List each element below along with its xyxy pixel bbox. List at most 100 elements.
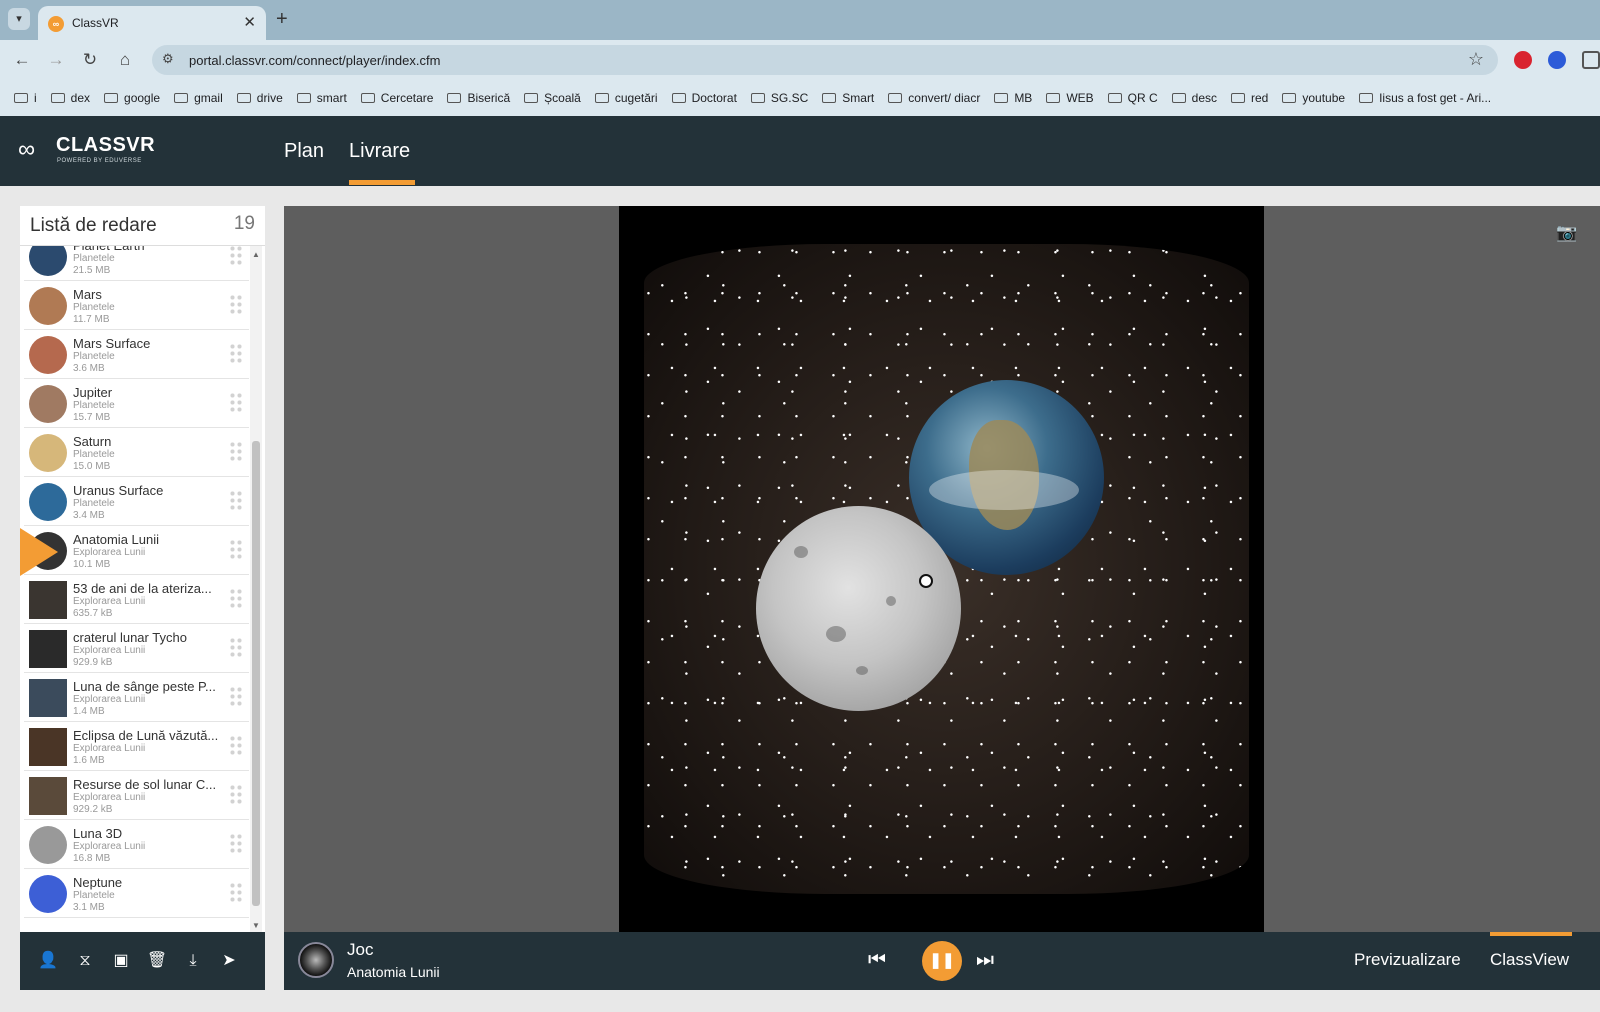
bookmark-item[interactable]: WEB — [1046, 80, 1094, 116]
browser-tab[interactable]: ∞ ClassVR ✕ — [38, 6, 266, 40]
folder-icon — [888, 93, 903, 103]
tab-livrare[interactable]: Livrare — [349, 140, 410, 163]
tab-plan[interactable]: Plan — [284, 140, 324, 163]
drag-handle-icon[interactable] — [229, 392, 243, 414]
playlist-item[interactable]: Resurse de sol lunar C... Explorarea Luni… — [24, 771, 249, 820]
moon-image[interactable] — [756, 506, 961, 711]
camera-icon[interactable]: 📷 — [1556, 224, 1578, 242]
bookmark-item[interactable]: i — [14, 80, 37, 116]
bookmark-item[interactable]: convert/ diacr — [888, 80, 980, 116]
bookmark-item[interactable]: youtube — [1282, 80, 1345, 116]
playlist-item[interactable]: Mars Surface Planetele 3.6 MB — [24, 330, 249, 379]
browser-tab-bar: ▾ ∞ ClassVR ✕ + — [0, 0, 1600, 40]
vr-preview[interactable] — [619, 206, 1264, 932]
drag-handle-icon[interactable] — [229, 343, 243, 365]
playlist-item[interactable]: Neptune Planetele 3.1 MB — [24, 869, 249, 918]
item-title: Resurse de sol lunar C... — [73, 777, 217, 792]
bookmark-item[interactable]: Cercetare — [360, 80, 433, 116]
forward-icon[interactable]: → — [44, 48, 68, 72]
drag-handle-icon[interactable] — [229, 686, 243, 708]
reload-icon[interactable]: ↻ — [78, 48, 102, 72]
dex-icon — [50, 93, 65, 103]
content-viewer[interactable]: 📷 — [284, 206, 1600, 932]
bookmark-label: desc — [1191, 91, 1218, 105]
send-icon[interactable]: ➤ — [218, 950, 240, 972]
playlist-item[interactable]: Luna 3D Explorarea Lunii 16.8 MB — [24, 820, 249, 869]
url-text[interactable]: portal.classvr.com/connect/player/index.… — [189, 53, 440, 68]
bookmark-item[interactable]: Iisus a fost get - Ari... — [1359, 80, 1491, 116]
bookmark-item[interactable]: QR C — [1107, 80, 1158, 116]
back-icon[interactable]: ← — [10, 48, 34, 72]
bookmark-item[interactable]: Biserică — [447, 80, 510, 116]
new-tab-button[interactable]: + — [276, 8, 288, 30]
playlist-item[interactable]: Planet EarthPlanetele21.5 MB — [24, 246, 249, 281]
drag-handle-icon[interactable] — [229, 246, 243, 267]
item-size: 10.1 MB — [73, 559, 111, 570]
drag-handle-icon[interactable] — [229, 833, 243, 855]
item-thumbnail — [29, 826, 67, 864]
drag-handle-icon[interactable] — [229, 588, 243, 610]
bookmark-item[interactable]: google — [104, 80, 160, 116]
bookmark-item[interactable]: desc — [1171, 80, 1218, 116]
sidebar-icon[interactable] — [1582, 51, 1600, 69]
close-icon[interactable]: ✕ — [243, 13, 256, 31]
trash-icon[interactable]: 🗑 — [146, 950, 168, 972]
bookmark-item[interactable]: Școală — [524, 80, 581, 116]
save-icon[interactable]: ▣ — [110, 950, 132, 972]
playlist-item[interactable]: Eclipsa de Lună văzută... Explorarea Luni… — [24, 722, 249, 771]
playlist-item[interactable]: Mars Planetele 11.7 MB — [24, 281, 249, 330]
item-thumbnail — [29, 434, 67, 472]
info-extension-icon[interactable] — [1548, 51, 1566, 69]
current-item-thumbnail — [298, 942, 334, 978]
playlist-item[interactable]: Luna de sânge peste P... Explorarea Lunii… — [24, 673, 249, 722]
crater — [856, 666, 868, 675]
bookmark-item[interactable]: smart — [296, 80, 347, 116]
bookmark-star-icon[interactable]: ☆ — [1468, 49, 1484, 70]
app-header: ∞ CLASSVR POWERED BY EDUVERSE Plan Livra… — [0, 116, 1600, 186]
drag-handle-icon[interactable] — [229, 294, 243, 316]
skip-next-icon[interactable]: ⏭ — [976, 949, 994, 971]
bookmark-item[interactable]: SG.SC — [750, 80, 808, 116]
item-thumbnail — [29, 287, 67, 325]
bookmark-item[interactable]: cugetări — [594, 80, 658, 116]
bookmark-item[interactable]: Doctorat — [671, 80, 737, 116]
drag-handle-icon[interactable] — [229, 637, 243, 659]
playlist-item[interactable]: Jupiter Planetele 15.7 MB — [24, 379, 249, 428]
drag-handle-icon[interactable] — [229, 735, 243, 757]
playlist-scrollbar[interactable]: ▲ ▼ — [250, 246, 262, 932]
playlist-item[interactable]: craterul lunar Tycho Explorarea Lunii 929.… — [24, 624, 249, 673]
playlist-item[interactable]: 53 de ani de la ateriza... Explorarea Lun… — [24, 575, 249, 624]
drag-handle-icon[interactable] — [229, 539, 243, 561]
bookmark-item[interactable]: MB — [994, 80, 1032, 116]
hourglass-icon[interactable]: ⧖ — [74, 950, 96, 972]
drag-handle-icon[interactable] — [229, 441, 243, 463]
folder-icon — [671, 93, 686, 103]
user-icon[interactable]: 👤 — [37, 950, 59, 972]
playlist-item[interactable]: Uranus Surface Planetele 3.4 MB — [24, 477, 249, 526]
scroll-down-icon[interactable]: ▼ — [252, 921, 260, 930]
classview-button[interactable]: ClassView — [1490, 950, 1569, 970]
pause-button[interactable]: ❚❚ — [922, 941, 962, 981]
playlist-list[interactable]: Planet EarthPlanetele21.5 MBMarsPlanetel… — [24, 246, 249, 932]
classvr-favicon-icon: ∞ — [48, 16, 64, 32]
drag-handle-icon[interactable] — [229, 784, 243, 806]
scroll-up-icon[interactable]: ▲ — [252, 250, 260, 259]
address-bar[interactable]: ⚙ portal.classvr.com/connect/player/inde… — [152, 45, 1498, 75]
scrollbar-thumb[interactable] — [252, 441, 260, 906]
tab-search-button[interactable]: ▾ — [8, 8, 30, 30]
skip-previous-icon[interactable]: ⏮ — [868, 949, 886, 971]
download-icon[interactable]: ⤓ — [182, 950, 204, 972]
bookmark-item[interactable]: dex — [50, 80, 90, 116]
bookmark-item[interactable]: red — [1231, 80, 1268, 116]
bookmark-item[interactable]: Smart — [822, 80, 874, 116]
site-settings-icon[interactable]: ⚙ — [162, 51, 174, 67]
drag-handle-icon[interactable] — [229, 882, 243, 904]
drag-handle-icon[interactable] — [229, 490, 243, 512]
opera-extension-icon[interactable] — [1514, 51, 1532, 69]
bookmark-item[interactable]: gmail — [174, 80, 223, 116]
home-icon[interactable]: ⌂ — [113, 48, 137, 72]
item-thumbnail — [29, 336, 67, 374]
preview-button[interactable]: Previzualizare — [1354, 950, 1461, 970]
playlist-item[interactable]: Saturn Planetele 15.0 MB — [24, 428, 249, 477]
bookmark-item[interactable]: drive — [236, 80, 283, 116]
